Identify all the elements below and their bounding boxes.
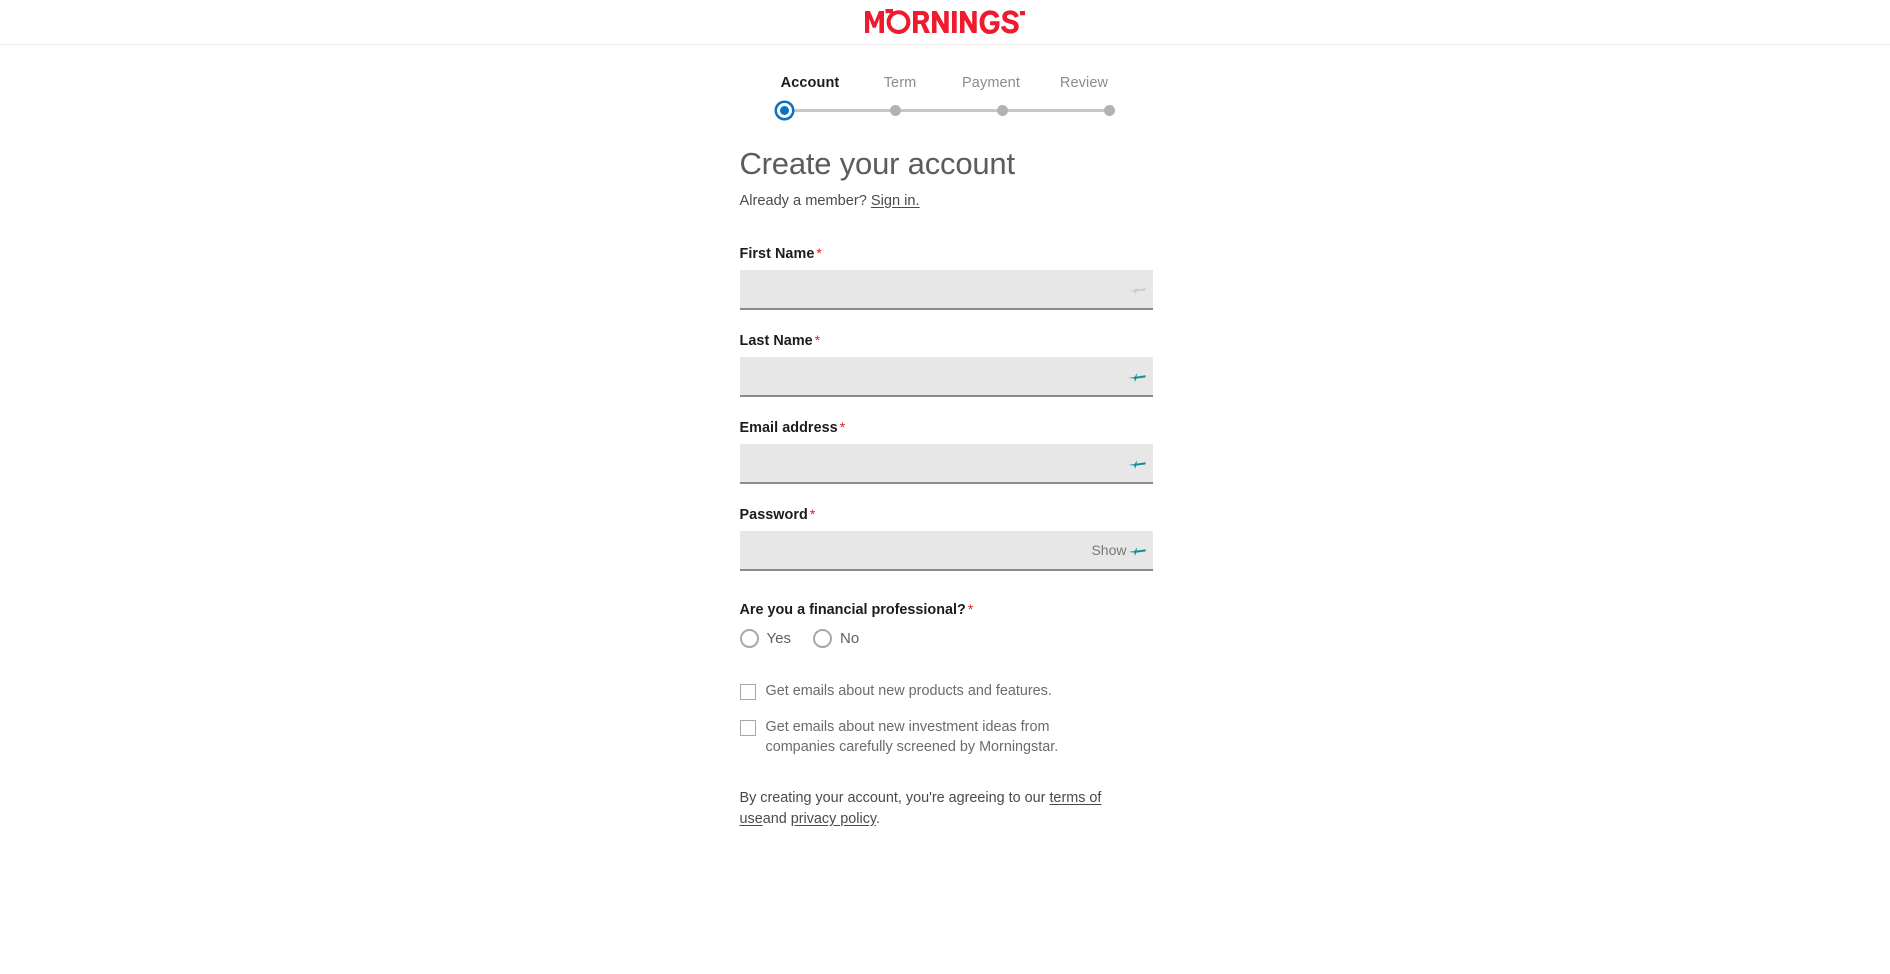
terms-agreement-text: By creating your account, you're agreein… [740,788,1140,830]
checkbox-label-product-emails: Get emails about new products and featur… [765,683,1052,699]
key-icon[interactable] [1127,368,1147,384]
radio-option-no[interactable]: No [812,629,860,648]
radio-circle-yes[interactable] [739,629,759,648]
stepper-track [775,100,1115,120]
radio-circle-no[interactable] [812,629,832,648]
first-name-label-text: First Name [739,246,815,262]
checkbox-box-investment-emails[interactable] [739,719,756,736]
checkbox-box-product-emails[interactable] [739,684,756,700]
required-asterisk: * [967,601,974,617]
required-asterisk: * [839,419,846,435]
field-password: Password * Show [739,506,1153,571]
page-title: Create your account [739,146,1016,181]
field-first-name: First Name * [739,245,1153,310]
step-dot-account[interactable] [780,105,789,115]
privacy-policy-link[interactable]: privacy policy [791,811,876,827]
key-icon[interactable] [1127,455,1147,471]
progress-stepper: Account Term Payment Review [0,75,1890,120]
first-name-input-shell[interactable] [739,270,1153,310]
checkbox-label-investment-emails: Get emails about new investment ideas fr… [765,718,1059,755]
first-name-input[interactable] [739,270,1153,308]
financial-professional-options: Yes No [739,629,1153,648]
financial-professional-question-text: Are you a financial professional? [739,602,966,618]
step-label-payment[interactable]: Payment [955,75,1027,91]
field-email: Email address * [739,419,1153,484]
last-name-label: Last Name * [740,332,1153,349]
email-label: Email address * [740,419,1153,436]
step-dot-payment[interactable] [997,104,1008,116]
step-label-term[interactable]: Term [871,75,929,91]
email-input-shell[interactable] [739,444,1153,484]
radio-label-yes: Yes [766,630,791,647]
last-name-input[interactable] [739,357,1153,395]
site-header [0,0,1890,45]
step-label-account[interactable]: Account [775,75,845,91]
email-input[interactable] [739,444,1153,482]
terms-conjunction: and [762,810,787,827]
morningstar-logo[interactable] [865,7,1025,37]
last-name-input-shell[interactable] [739,357,1153,397]
step-connector-2 [901,108,997,112]
key-icon[interactable] [1127,281,1147,297]
password-input-shell[interactable]: Show [739,531,1153,571]
sign-in-link[interactable]: Sign in. [871,193,920,209]
step-dot-term[interactable] [890,104,901,116]
field-last-name: Last Name * [739,332,1153,397]
member-prompt-text: Already a member? [739,192,867,209]
first-name-label: First Name * [740,245,1153,262]
existing-member-line: Already a member? Sign in. [740,191,1153,211]
required-asterisk: * [816,245,822,261]
step-connector-1 [794,108,890,112]
radio-option-yes[interactable]: Yes [739,629,791,648]
step-dot-review[interactable] [1104,104,1115,116]
email-label-text: Email address [739,420,838,436]
required-asterisk: * [809,506,816,522]
stepper-labels: Account Term Payment Review [775,75,1115,91]
last-name-label-text: Last Name [739,333,813,349]
terms-suffix: . [876,810,881,827]
step-label-review[interactable]: Review [1053,75,1115,91]
financial-professional-question: Are you a financial professional? * [740,601,1153,618]
key-icon[interactable] [1127,542,1147,558]
signup-form: Create your account Already a member? Si… [738,146,1153,830]
checkbox-investment-emails[interactable]: Get emails about new investment ideas fr… [739,718,1153,758]
step-connector-3 [1008,108,1104,112]
required-asterisk: * [814,332,821,348]
password-label-text: Password [739,507,808,523]
password-label: Password * [740,506,1153,523]
radio-label-no: No [839,630,860,647]
show-password-toggle[interactable]: Show [1091,542,1126,558]
terms-prefix: By creating your account, you're agreein… [739,789,1046,806]
checkbox-product-emails[interactable]: Get emails about new products and featur… [739,682,1153,702]
